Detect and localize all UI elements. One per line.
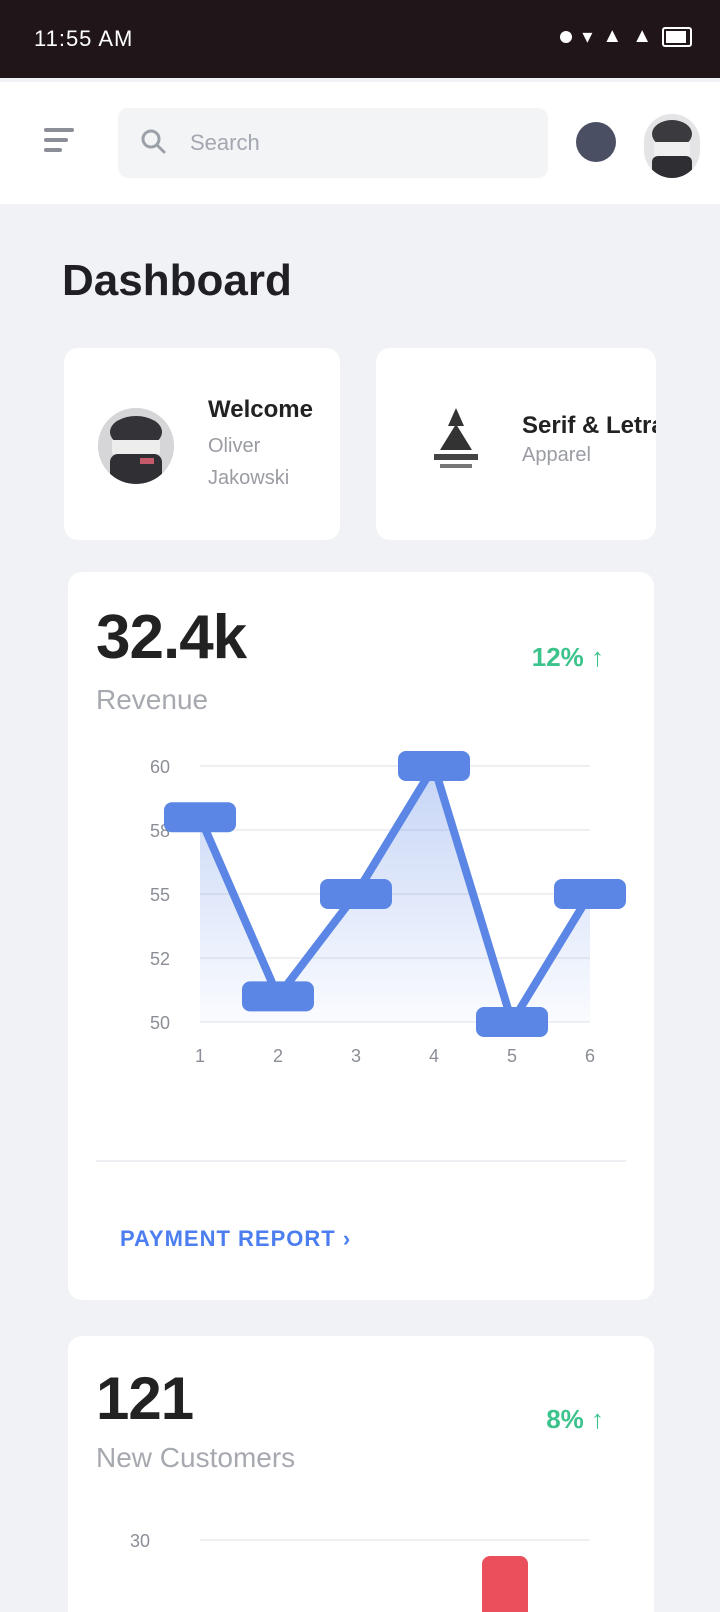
status-time: 11:55 AM [34,26,134,51]
company-logo-icon [434,408,478,468]
revenue-card: 32.4k Revenue 12% ↑ 60 58 55 52 50 1 2 3 4 5 6 PAY… [68,572,654,1300]
avatar[interactable] [644,114,700,178]
company-category: Apparel [522,444,591,466]
revenue-label: Revenue [96,684,209,715]
user-avatar [98,408,174,484]
x-tick-label: 3 [351,1046,361,1066]
revenue-value: 32.4k [96,603,247,672]
customers-card: 121 New Customers 8% ↑ 30 [68,1336,654,1612]
notification-icon[interactable] [576,122,616,162]
app-bar [0,82,720,204]
welcome-title: Welcome [208,396,313,423]
payment-report-label: PAYMENT REPORT [120,1226,336,1251]
status-bar: 11:55 AM ▾ ▲ ▲ [0,0,720,78]
search-icon [141,129,166,154]
notification-dot-icon [560,30,573,43]
welcome-card: Welcome Oliver Jakowski [64,348,340,540]
signal-icon-2: ▲ [632,25,652,47]
data-point [320,879,392,909]
customers-bar-chart: 30 [130,1531,590,1612]
y-tick-label: 52 [150,949,170,969]
x-tick-label: 5 [507,1046,517,1066]
y-tick-label: 30 [130,1531,150,1551]
company-name: Serif & Letra [522,412,656,439]
welcome-username: Oliver Jakowski [208,435,290,489]
y-tick-label: 55 [150,885,170,905]
customers-trend-badge: 8% ↑ [546,1404,604,1434]
company-card[interactable]: Serif & Letra Apparel [376,348,656,540]
y-tick-label: 60 [150,757,170,777]
x-tick-label: 2 [273,1046,283,1066]
status-icons: ▾ ▲ ▲ [560,24,692,49]
data-point [476,1007,548,1037]
card-divider [96,1160,626,1162]
avatar-image [644,114,700,178]
customers-label: New Customers [96,1442,296,1473]
chevron-right-icon: › [342,1226,352,1251]
wifi-icon: ▾ [582,26,593,48]
search-bar[interactable] [118,108,548,178]
chart-bar [482,1556,528,1612]
signal-icon: ▲ [602,25,623,47]
x-tick-label: 4 [429,1046,439,1066]
page-title: Dashboard [62,256,292,305]
menu-icon[interactable] [40,120,84,164]
data-point [554,879,626,909]
payment-report-link[interactable]: PAYMENT REPORT › [120,1226,351,1252]
revenue-line-chart: 60585552501 2 3 4 5 6 [150,751,626,1066]
data-point [242,981,314,1012]
customers-value: 121 [96,1365,194,1432]
data-point [164,802,236,833]
search-input[interactable] [190,124,530,162]
y-tick-label: 50 [150,1013,170,1033]
data-point [398,751,470,781]
revenue-trend-badge: 12% ↑ [531,642,604,672]
battery-icon [662,26,692,47]
x-tick-label: 1 [195,1046,205,1066]
x-tick-label: 6 [585,1046,595,1066]
